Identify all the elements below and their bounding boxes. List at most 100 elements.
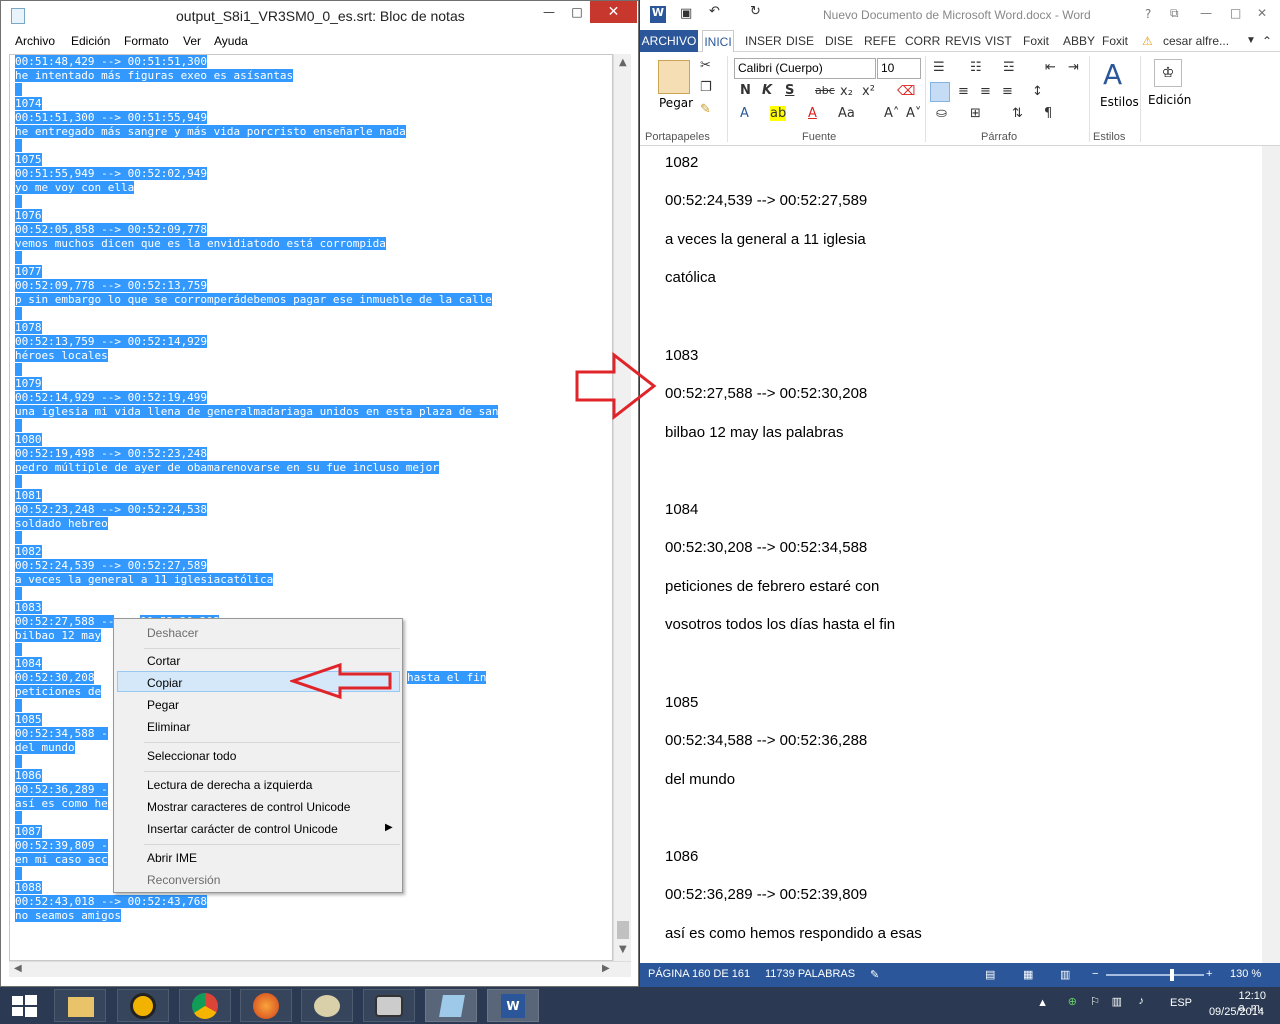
change-case-icon[interactable]: Aa: [838, 106, 855, 121]
styles-button[interactable]: Estilos: [1100, 95, 1139, 109]
multilevel-list-icon[interactable]: ☲: [1003, 60, 1015, 75]
menu-ver[interactable]: Ver: [183, 34, 201, 48]
collapse-ribbon-icon[interactable]: ⌃: [1262, 30, 1272, 52]
save-icon[interactable]: ▣: [680, 6, 692, 21]
menu-item-mostrar-unicode[interactable]: Mostrar caracteres de control Unicode: [147, 798, 350, 816]
clear-format-icon[interactable]: ⌫: [897, 84, 915, 99]
close-icon[interactable]: ✕: [1257, 6, 1267, 20]
taskbar-firefox[interactable]: [240, 989, 292, 1022]
align-right-icon[interactable]: ≡: [980, 84, 991, 99]
sort-icon[interactable]: ⇅: [1012, 106, 1023, 121]
taskbar-paint[interactable]: [301, 989, 353, 1022]
tab-correspondencia[interactable]: CORR: [905, 30, 940, 52]
start-button[interactable]: [10, 993, 38, 1019]
increase-indent-icon[interactable]: ⇥: [1068, 60, 1079, 75]
align-center-icon[interactable]: ≡: [958, 84, 969, 99]
clock-date[interactable]: 09/25/2014: [1209, 1006, 1264, 1018]
tab-foxit[interactable]: Foxit: [1023, 30, 1049, 52]
font-color-icon[interactable]: A: [808, 106, 817, 121]
undo-icon[interactable]: ↶: [709, 4, 720, 19]
highlight-icon[interactable]: ab: [770, 106, 787, 121]
word-vertical-scrollbar[interactable]: [1262, 146, 1280, 963]
tab-diseno[interactable]: DISE: [786, 30, 814, 52]
zoom-out-icon[interactable]: −: [1092, 968, 1098, 980]
borders-icon[interactable]: ⊞: [970, 106, 981, 121]
scroll-thumb[interactable]: [617, 921, 629, 939]
page-indicator[interactable]: PÁGINA 160 DE 161: [648, 968, 750, 980]
align-left-button[interactable]: [930, 82, 950, 102]
maximize-icon[interactable]: □: [1230, 6, 1241, 20]
taskbar-subtitle-edit[interactable]: [363, 989, 415, 1022]
show-marks-icon[interactable]: ¶: [1044, 106, 1052, 121]
help-icon[interactable]: ?: [1145, 7, 1151, 21]
language-indicator[interactable]: ESP: [1170, 997, 1192, 1009]
network-app-icon[interactable]: ⊕: [1068, 995, 1077, 1008]
close-icon[interactable]: ✕: [590, 1, 637, 23]
zoom-level[interactable]: 130 %: [1230, 968, 1261, 980]
menu-item-insertar-unicode[interactable]: Insertar carácter de control Unicode: [147, 820, 338, 838]
scroll-up-icon[interactable]: ▲: [619, 57, 627, 68]
menu-edicion[interactable]: Edición: [71, 34, 110, 48]
print-layout-icon[interactable]: ▦: [1023, 968, 1033, 981]
menu-item-abrir-ime[interactable]: Abrir IME: [147, 849, 197, 867]
italic-button[interactable]: K: [762, 83, 772, 98]
menu-item-pegar[interactable]: Pegar: [147, 696, 179, 714]
tab-inicio[interactable]: INICI: [702, 30, 734, 52]
notepad-titlebar[interactable]: output_S8i1_VR3SM0_0_es.srt: Bloc de not…: [1, 1, 638, 31]
scroll-down-icon[interactable]: ▼: [619, 944, 627, 955]
taskbar-word[interactable]: W: [487, 989, 539, 1022]
menu-item-copiar[interactable]: Copiar: [147, 674, 182, 692]
menu-item-seleccionar-todo[interactable]: Seleccionar todo: [147, 747, 236, 765]
web-layout-icon[interactable]: ▥: [1060, 968, 1070, 981]
show-hidden-icons[interactable]: ▲: [1037, 997, 1048, 1009]
scroll-right-icon[interactable]: ▶: [602, 963, 610, 974]
underline-button[interactable]: S: [785, 83, 794, 98]
format-painter-icon[interactable]: ✎: [700, 102, 711, 117]
editing-button[interactable]: Edición: [1148, 93, 1191, 107]
menu-archivo[interactable]: Archivo: [15, 34, 55, 48]
minimize-icon[interactable]: —: [534, 1, 564, 23]
bold-button[interactable]: N: [740, 83, 751, 98]
redo-icon[interactable]: ↻: [750, 4, 761, 19]
minimize-icon[interactable]: —: [1200, 6, 1212, 20]
tab-revisar[interactable]: REVIS: [945, 30, 981, 52]
tab-foxit-2[interactable]: Foxit: [1102, 30, 1128, 52]
read-mode-icon[interactable]: ▤: [985, 968, 995, 981]
strikethrough-button[interactable]: abc: [815, 84, 835, 97]
cut-icon[interactable]: ✂: [700, 58, 711, 73]
document-page[interactable]: 1082 00:52:24,539 --> 00:52:27,589 a vec…: [640, 146, 1262, 963]
tab-diseno-pagina[interactable]: DISE: [825, 30, 853, 52]
grow-font-icon[interactable]: A˄: [884, 106, 899, 121]
taskbar-chrome[interactable]: [179, 989, 231, 1022]
subscript-button[interactable]: x₂: [840, 84, 853, 99]
font-name-combo[interactable]: Calibri (Cuerpo): [734, 58, 876, 79]
decrease-indent-icon[interactable]: ⇤: [1045, 60, 1056, 75]
taskbar-file-explorer[interactable]: [54, 989, 106, 1022]
menu-item-lectura-rtl[interactable]: Lectura de derecha a izquierda: [147, 776, 312, 794]
maximize-icon[interactable]: □: [562, 1, 592, 23]
tab-referencias[interactable]: REFE: [864, 30, 896, 52]
taskbar-notepad[interactable]: [425, 989, 477, 1022]
bullets-icon[interactable]: ☰: [933, 60, 945, 75]
justify-icon[interactable]: ≡: [1002, 84, 1013, 99]
menu-item-reconversion[interactable]: Reconversión: [147, 871, 220, 889]
network-icon[interactable]: ▥: [1112, 995, 1122, 1008]
shading-icon[interactable]: ⛀: [936, 106, 947, 121]
flag-icon[interactable]: ⚐: [1090, 995, 1100, 1008]
text-effects-icon[interactable]: A: [740, 106, 749, 121]
notepad-horizontal-scrollbar[interactable]: ◀ ▶: [9, 961, 631, 977]
menu-item-eliminar[interactable]: Eliminar: [147, 718, 190, 736]
word-titlebar[interactable]: W ▣ ↶ ↻ Nuevo Documento de Microsoft Wor…: [640, 0, 1280, 30]
tab-abbyy[interactable]: ABBY: [1063, 30, 1095, 52]
chevron-down-icon[interactable]: ▼: [1246, 30, 1256, 52]
volume-icon[interactable]: ♪: [1139, 995, 1145, 1007]
taskbar-audio-app[interactable]: [117, 989, 169, 1022]
tab-archivo[interactable]: ARCHIVO: [640, 30, 698, 52]
paste-button[interactable]: Pegar: [659, 96, 693, 110]
line-spacing-icon[interactable]: ↕: [1032, 84, 1043, 99]
font-size-combo[interactable]: 10: [877, 58, 921, 79]
proofing-icon[interactable]: ✎: [870, 968, 879, 981]
numbering-icon[interactable]: ☷: [970, 60, 982, 75]
word-count[interactable]: 11739 PALABRAS: [765, 968, 855, 980]
menu-ayuda[interactable]: Ayuda: [214, 34, 248, 48]
